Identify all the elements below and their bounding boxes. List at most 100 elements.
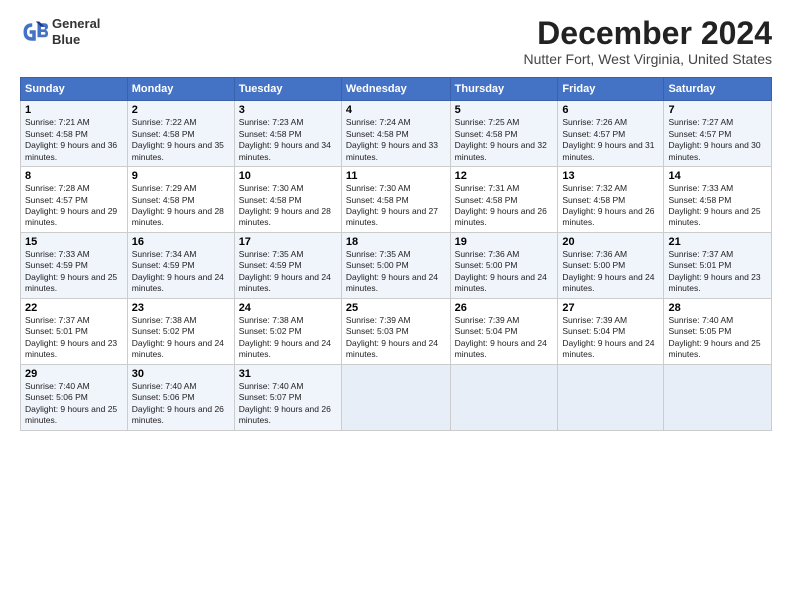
day-info: Sunrise: 7:35 AM Sunset: 5:00 PM Dayligh… — [346, 249, 446, 295]
calendar-cell: 3 Sunrise: 7:23 AM Sunset: 4:58 PM Dayli… — [234, 101, 341, 167]
sunrise-label: Sunrise: 7:40 AM — [25, 381, 90, 391]
day-number: 28 — [668, 302, 767, 314]
sunset-label: Sunset: 4:59 PM — [132, 260, 195, 270]
calendar-cell: 12 Sunrise: 7:31 AM Sunset: 4:58 PM Dayl… — [450, 167, 558, 233]
day-number: 6 — [562, 104, 659, 116]
sunrise-label: Sunrise: 7:29 AM — [132, 183, 197, 193]
calendar-cell: 17 Sunrise: 7:35 AM Sunset: 4:59 PM Dayl… — [234, 232, 341, 298]
calendar-cell: 16 Sunrise: 7:34 AM Sunset: 4:59 PM Dayl… — [127, 232, 234, 298]
col-thursday: Thursday — [450, 78, 558, 101]
calendar-cell: 2 Sunrise: 7:22 AM Sunset: 4:58 PM Dayli… — [127, 101, 234, 167]
sunset-label: Sunset: 5:02 PM — [132, 326, 195, 336]
day-number: 25 — [346, 302, 446, 314]
sunset-label: Sunset: 4:58 PM — [562, 195, 625, 205]
calendar-cell: 7 Sunrise: 7:27 AM Sunset: 4:57 PM Dayli… — [664, 101, 772, 167]
calendar-cell: 11 Sunrise: 7:30 AM Sunset: 4:58 PM Dayl… — [341, 167, 450, 233]
calendar-cell — [558, 364, 664, 430]
sunset-label: Sunset: 4:57 PM — [668, 129, 731, 139]
calendar-table: Sunday Monday Tuesday Wednesday Thursday… — [20, 77, 772, 430]
day-info: Sunrise: 7:23 AM Sunset: 4:58 PM Dayligh… — [239, 117, 337, 163]
sunset-label: Sunset: 4:58 PM — [132, 129, 195, 139]
daylight-label: Daylight: 9 hours and 24 minutes. — [239, 272, 331, 293]
sunset-label: Sunset: 4:58 PM — [346, 195, 409, 205]
sunset-label: Sunset: 5:06 PM — [25, 392, 88, 402]
daylight-label: Daylight: 9 hours and 23 minutes. — [25, 338, 117, 359]
calendar-cell: 10 Sunrise: 7:30 AM Sunset: 4:58 PM Dayl… — [234, 167, 341, 233]
calendar-week-row: 8 Sunrise: 7:28 AM Sunset: 4:57 PM Dayli… — [21, 167, 772, 233]
day-number: 18 — [346, 236, 446, 248]
calendar-cell: 8 Sunrise: 7:28 AM Sunset: 4:57 PM Dayli… — [21, 167, 128, 233]
calendar-cell: 21 Sunrise: 7:37 AM Sunset: 5:01 PM Dayl… — [664, 232, 772, 298]
sunset-label: Sunset: 4:57 PM — [562, 129, 625, 139]
daylight-label: Daylight: 9 hours and 34 minutes. — [239, 140, 331, 161]
day-info: Sunrise: 7:40 AM Sunset: 5:06 PM Dayligh… — [25, 381, 123, 427]
sunset-label: Sunset: 5:02 PM — [239, 326, 302, 336]
sunset-label: Sunset: 4:59 PM — [239, 260, 302, 270]
daylight-label: Daylight: 9 hours and 28 minutes. — [239, 206, 331, 227]
sunrise-label: Sunrise: 7:23 AM — [239, 117, 304, 127]
calendar-cell: 18 Sunrise: 7:35 AM Sunset: 5:00 PM Dayl… — [341, 232, 450, 298]
day-info: Sunrise: 7:38 AM Sunset: 5:02 PM Dayligh… — [239, 315, 337, 361]
sunrise-label: Sunrise: 7:37 AM — [668, 249, 733, 259]
daylight-label: Daylight: 9 hours and 35 minutes. — [132, 140, 224, 161]
day-info: Sunrise: 7:30 AM Sunset: 4:58 PM Dayligh… — [239, 183, 337, 229]
calendar-cell — [450, 364, 558, 430]
daylight-label: Daylight: 9 hours and 31 minutes. — [562, 140, 654, 161]
sunrise-label: Sunrise: 7:24 AM — [346, 117, 411, 127]
day-info: Sunrise: 7:26 AM Sunset: 4:57 PM Dayligh… — [562, 117, 659, 163]
calendar-week-row: 22 Sunrise: 7:37 AM Sunset: 5:01 PM Dayl… — [21, 298, 772, 364]
daylight-label: Daylight: 9 hours and 30 minutes. — [668, 140, 760, 161]
sunrise-label: Sunrise: 7:30 AM — [346, 183, 411, 193]
sunset-label: Sunset: 4:58 PM — [668, 195, 731, 205]
day-number: 2 — [132, 104, 230, 116]
calendar-cell: 24 Sunrise: 7:38 AM Sunset: 5:02 PM Dayl… — [234, 298, 341, 364]
sunset-label: Sunset: 5:01 PM — [25, 326, 88, 336]
day-number: 3 — [239, 104, 337, 116]
col-friday: Friday — [558, 78, 664, 101]
calendar-cell: 31 Sunrise: 7:40 AM Sunset: 5:07 PM Dayl… — [234, 364, 341, 430]
day-number: 12 — [455, 170, 554, 182]
day-number: 19 — [455, 236, 554, 248]
sunset-label: Sunset: 5:01 PM — [668, 260, 731, 270]
daylight-label: Daylight: 9 hours and 25 minutes. — [668, 206, 760, 227]
day-info: Sunrise: 7:21 AM Sunset: 4:58 PM Dayligh… — [25, 117, 123, 163]
calendar-cell: 25 Sunrise: 7:39 AM Sunset: 5:03 PM Dayl… — [341, 298, 450, 364]
sunrise-label: Sunrise: 7:21 AM — [25, 117, 90, 127]
sunset-label: Sunset: 4:58 PM — [25, 129, 88, 139]
day-info: Sunrise: 7:36 AM Sunset: 5:00 PM Dayligh… — [562, 249, 659, 295]
sunrise-label: Sunrise: 7:38 AM — [239, 315, 304, 325]
sunset-label: Sunset: 5:05 PM — [668, 326, 731, 336]
daylight-label: Daylight: 9 hours and 25 minutes. — [25, 404, 117, 425]
sunrise-label: Sunrise: 7:27 AM — [668, 117, 733, 127]
daylight-label: Daylight: 9 hours and 24 minutes. — [455, 272, 547, 293]
sunrise-label: Sunrise: 7:28 AM — [25, 183, 90, 193]
sunset-label: Sunset: 4:58 PM — [346, 129, 409, 139]
sunset-label: Sunset: 4:58 PM — [132, 195, 195, 205]
sunset-label: Sunset: 4:58 PM — [455, 195, 518, 205]
day-info: Sunrise: 7:30 AM Sunset: 4:58 PM Dayligh… — [346, 183, 446, 229]
daylight-label: Daylight: 9 hours and 24 minutes. — [455, 338, 547, 359]
day-number: 7 — [668, 104, 767, 116]
sunrise-label: Sunrise: 7:37 AM — [25, 315, 90, 325]
calendar-cell — [664, 364, 772, 430]
day-info: Sunrise: 7:33 AM Sunset: 4:58 PM Dayligh… — [668, 183, 767, 229]
day-info: Sunrise: 7:29 AM Sunset: 4:58 PM Dayligh… — [132, 183, 230, 229]
day-number: 14 — [668, 170, 767, 182]
calendar-cell: 14 Sunrise: 7:33 AM Sunset: 4:58 PM Dayl… — [664, 167, 772, 233]
day-info: Sunrise: 7:35 AM Sunset: 4:59 PM Dayligh… — [239, 249, 337, 295]
sunset-label: Sunset: 4:58 PM — [239, 195, 302, 205]
sunrise-label: Sunrise: 7:25 AM — [455, 117, 520, 127]
sunset-label: Sunset: 5:00 PM — [455, 260, 518, 270]
day-number: 24 — [239, 302, 337, 314]
day-info: Sunrise: 7:22 AM Sunset: 4:58 PM Dayligh… — [132, 117, 230, 163]
sunrise-label: Sunrise: 7:32 AM — [562, 183, 627, 193]
day-number: 17 — [239, 236, 337, 248]
sunset-label: Sunset: 5:00 PM — [562, 260, 625, 270]
calendar-cell: 27 Sunrise: 7:39 AM Sunset: 5:04 PM Dayl… — [558, 298, 664, 364]
sunrise-label: Sunrise: 7:38 AM — [132, 315, 197, 325]
daylight-label: Daylight: 9 hours and 26 minutes. — [455, 206, 547, 227]
sunrise-label: Sunrise: 7:39 AM — [455, 315, 520, 325]
calendar-header: Sunday Monday Tuesday Wednesday Thursday… — [21, 78, 772, 101]
sunset-label: Sunset: 4:58 PM — [239, 129, 302, 139]
day-info: Sunrise: 7:38 AM Sunset: 5:02 PM Dayligh… — [132, 315, 230, 361]
